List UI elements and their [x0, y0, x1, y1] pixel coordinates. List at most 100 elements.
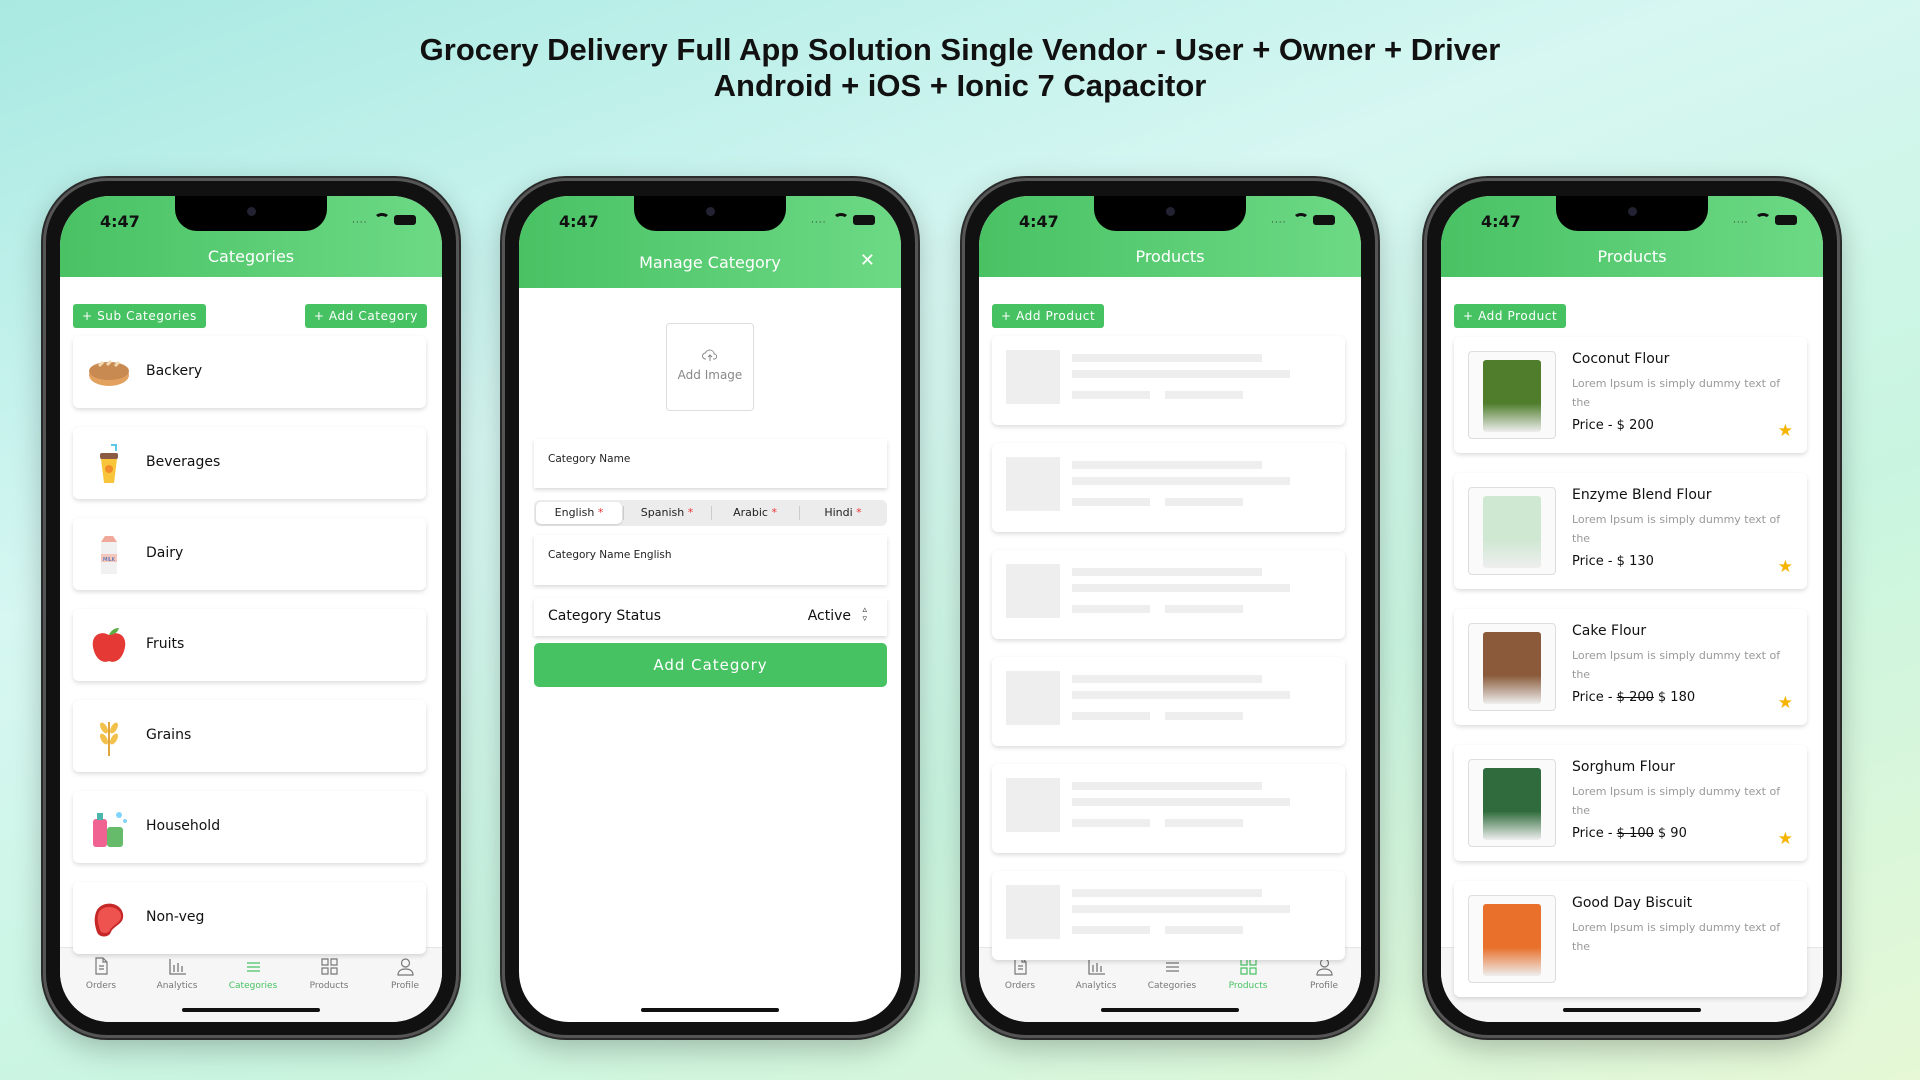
language-tab-english[interactable]: English * [536, 502, 622, 524]
category-label: Fruits [146, 636, 185, 652]
skeleton-line [1072, 712, 1150, 720]
language-label: Arabic [733, 506, 772, 519]
star-icon[interactable]: ★ [1778, 693, 1793, 713]
home-indicator [1101, 1008, 1239, 1012]
star-icon[interactable]: ★ [1778, 421, 1793, 441]
skeleton-card [992, 550, 1345, 639]
battery-icon [1775, 215, 1797, 225]
tab-label: Analytics [1075, 981, 1117, 991]
required-asterisk: * [856, 506, 862, 519]
tab-label: Profile [391, 981, 419, 991]
product-image [1468, 895, 1556, 983]
skeleton-line [1072, 461, 1262, 469]
skeleton-line [1072, 691, 1290, 699]
tab-profile[interactable]: Profile [1286, 956, 1361, 991]
skeleton-line [1072, 391, 1150, 399]
sub-categories-button[interactable]: + Sub Categories [73, 304, 206, 328]
skeleton-line [1072, 477, 1290, 485]
skeleton-image [1006, 350, 1060, 404]
add-category-button[interactable]: + Add Category [304, 304, 427, 328]
cleaning-bottles-icon [93, 812, 127, 847]
cellular-signal-icon: ···· [811, 218, 827, 228]
product-card[interactable]: Good Day Biscuit Lorem Ipsum is simply du… [1454, 881, 1807, 997]
add-product-button[interactable]: + Add Product [1454, 304, 1567, 328]
category-card[interactable]: MILK Dairy [73, 518, 426, 590]
product-card[interactable]: Coconut Flour Lorem Ipsum is simply dummy… [1454, 337, 1807, 453]
product-card[interactable]: Sorghum Flour Lorem Ipsum is simply dummy… [1454, 745, 1807, 861]
skeleton-line [1072, 889, 1262, 897]
product-card[interactable]: Enzyme Blend Flour Lorem Ipsum is simply … [1454, 473, 1807, 589]
category-card[interactable]: Beverages [73, 427, 426, 499]
skeleton-line [1072, 498, 1150, 506]
category-label: Backery [146, 363, 203, 379]
status-time: 4:47 [559, 212, 599, 231]
home-indicator [641, 1008, 779, 1012]
page-title: Manage Category [639, 253, 781, 272]
tab-orders[interactable]: Orders [63, 956, 139, 991]
language-tab-arabic[interactable]: Arabic * [712, 502, 798, 524]
tab-orders[interactable]: Orders [982, 956, 1058, 991]
manage-category-screen: Manage Category ✕ Add Image Category Nam… [519, 196, 901, 1022]
close-icon[interactable]: ✕ [860, 250, 875, 271]
phone-products: Products + Add Product 4:47····OrdersAna… [1424, 178, 1840, 1038]
notch [634, 196, 786, 231]
language-tab-spanish[interactable]: Spanish * [624, 502, 710, 524]
category-card[interactable]: Household [73, 791, 426, 863]
segment-divider [711, 506, 712, 520]
tab-products[interactable]: Products [1210, 956, 1286, 991]
product-image [1468, 487, 1556, 575]
skeleton-line [1072, 798, 1290, 806]
category-name-english-label: Category Name English [548, 549, 672, 561]
product-card[interactable]: Cake Flour Lorem Ipsum is simply dummy te… [1454, 609, 1807, 725]
battery-icon [394, 215, 416, 225]
language-label: English [554, 506, 598, 519]
bar-chart-icon [168, 959, 186, 975]
add-category-submit-button[interactable]: Add Category [534, 643, 887, 687]
tab-products[interactable]: Products [291, 956, 367, 991]
category-card[interactable]: Fruits [73, 609, 426, 681]
wheat-icon [100, 722, 118, 756]
home-indicator [182, 1008, 320, 1012]
chevron-up-down-icon: ▵ ▿ [862, 605, 867, 624]
add-image-button[interactable]: Add Image [666, 323, 754, 411]
notch [1556, 196, 1708, 231]
tab-categories[interactable]: Categories [1134, 956, 1210, 991]
category-card[interactable]: Grains [73, 700, 426, 772]
tab-profile[interactable]: Profile [367, 956, 442, 991]
current-price: $ 200 [1616, 418, 1654, 433]
language-segment: English * Spanish * Arabic * Hindi * [534, 500, 887, 526]
tab-analytics[interactable]: Analytics [1058, 956, 1134, 991]
category-card[interactable]: Non-veg [73, 882, 426, 954]
category-name-field[interactable]: Category Name [534, 439, 887, 488]
status-time: 4:47 [1481, 212, 1521, 231]
person-icon [396, 958, 414, 976]
tab-categories[interactable]: Categories [215, 956, 291, 991]
category-status-select[interactable]: Category Status Active ▵ ▿ [534, 598, 887, 636]
category-card[interactable]: Backery [73, 336, 426, 408]
star-icon[interactable]: ★ [1778, 557, 1793, 577]
skeleton-line [1165, 605, 1243, 613]
language-tab-hindi[interactable]: Hindi * [800, 502, 886, 524]
drink-cup-icon [100, 444, 118, 483]
add-product-button[interactable]: + Add Product [992, 304, 1105, 328]
product-description: Lorem Ipsum is simply dummy text of the [1572, 649, 1781, 681]
add-image-label: Add Image [677, 368, 743, 382]
bread-icon [89, 359, 129, 386]
skeleton-line [1072, 605, 1150, 613]
category-name-english-field[interactable]: Category Name English [534, 535, 887, 585]
tab-analytics[interactable]: Analytics [139, 956, 215, 991]
document-icon [94, 957, 108, 975]
skeleton-line [1072, 782, 1262, 790]
menu-lines-icon [246, 962, 260, 972]
tab-label: Profile [1310, 981, 1338, 991]
tab-label: Categories [1147, 981, 1197, 991]
skeleton-line [1165, 926, 1243, 934]
price-prefix: Price - [1572, 690, 1617, 705]
wifi-icon [374, 213, 390, 225]
skeleton-image [1006, 671, 1060, 725]
product-price: Price - $ 100 $ 90 [1572, 826, 1687, 841]
star-icon[interactable]: ★ [1778, 829, 1793, 849]
page-title: Products [1135, 247, 1205, 266]
skeleton-line [1165, 819, 1243, 827]
cellular-signal-icon: ···· [1271, 218, 1287, 228]
